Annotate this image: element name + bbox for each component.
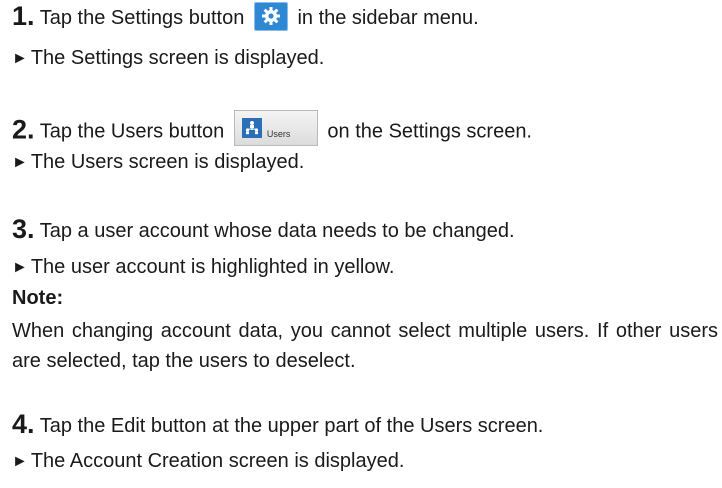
- step-2-result-text: The Users screen is displayed.: [30, 151, 305, 173]
- note-title: Note:: [12, 287, 64, 309]
- step-3-result: ► The user account is highlighted in yell…: [12, 255, 394, 280]
- users-hierarchy-icon: [241, 118, 262, 138]
- step-2-number: 2.: [12, 114, 35, 145]
- step-1-result: ► The Settings screen is displayed.: [12, 46, 324, 71]
- users-button: Users: [233, 110, 318, 146]
- step-4-result-text: The Account Creation screen is displayed…: [30, 450, 405, 472]
- step-4-text: Tap the Edit button at the upper part of…: [39, 415, 544, 437]
- step-1-result-text: The Settings screen is displayed.: [30, 47, 325, 69]
- instruction-page: 1. Tap the Settings button in the sideba…: [0, 0, 722, 488]
- users-button-label: Users: [266, 129, 291, 139]
- step-3-line: 3. Tap a user account whose data needs t…: [12, 214, 515, 244]
- result-arrow-icon: ►: [12, 154, 28, 171]
- result-arrow-icon: ►: [12, 50, 28, 67]
- step-2-text-after: on the Settings screen.: [327, 120, 532, 143]
- step-4-result: ► The Account Creation screen is displaye…: [12, 449, 404, 474]
- step-2-result: ► The Users screen is displayed.: [12, 150, 304, 175]
- step-4-line: 4. Tap the Edit button at the upper part…: [12, 409, 544, 439]
- step-2-line: 2. Tap the Users button Users on the Set…: [12, 110, 532, 150]
- step-3-text: Tap a user account whose data needs to b…: [39, 220, 515, 242]
- step-3-result-text: The user account is highlighted in yello…: [30, 256, 395, 278]
- result-arrow-icon: ►: [12, 259, 28, 276]
- step-1-number: 1.: [12, 1, 35, 31]
- step-1-line: 1. Tap the Settings button in the sideba…: [12, 1, 479, 33]
- step-1-text-after: in the sidebar menu.: [297, 7, 479, 29]
- step-3-number: 3.: [12, 214, 35, 244]
- step-4-number: 4.: [12, 409, 35, 439]
- step-2-text-before: Tap the Users button: [39, 120, 225, 143]
- gear-icon: [261, 7, 280, 26]
- step-1-text-before: Tap the Settings button: [39, 7, 245, 29]
- note-body: When changing account data, you cannot s…: [12, 320, 718, 372]
- settings-button-icon: [253, 2, 288, 32]
- result-arrow-icon: ►: [12, 453, 28, 470]
